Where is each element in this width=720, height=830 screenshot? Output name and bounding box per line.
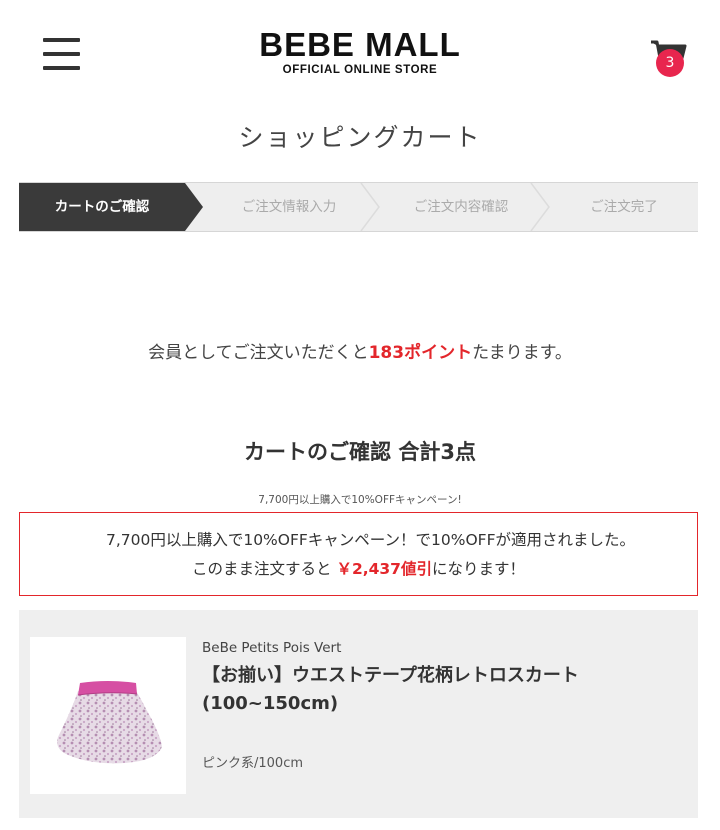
product-brand: BeBe Petits Pois Vert bbox=[202, 640, 342, 656]
campaign-discount-box: 7,700円以上購入で10%OFFキャンペーン！で10%OFFが適用されました。… bbox=[19, 512, 698, 596]
skirt-image bbox=[57, 681, 162, 764]
cart-item: BeBe Petits Pois Vert 【お揃い】ウエストテープ花柄レトロス… bbox=[19, 610, 698, 818]
product-image[interactable] bbox=[30, 637, 186, 794]
cart-count-badge: 3 bbox=[656, 49, 684, 77]
step-order-complete: ご注文完了 bbox=[590, 199, 658, 215]
discount-suffix: になります！ bbox=[431, 560, 525, 578]
page-title: ショッピングカート bbox=[238, 123, 482, 152]
discount-amount: ￥2,437値引 bbox=[336, 560, 432, 578]
points-amount: 183ポイント bbox=[368, 343, 473, 363]
campaign-discount-text: このまま注文すると ￥2,437値引になります！ bbox=[20, 557, 697, 579]
product-name-link[interactable]: 【お揃い】ウエストテープ花柄レトロスカート(100~150cm) bbox=[202, 662, 672, 718]
step-order-info: ご注文情報入力 bbox=[241, 199, 337, 215]
points-message: 会員としてご注文いただくと183ポイントたまります。 bbox=[0, 338, 720, 363]
step-arrow bbox=[530, 183, 550, 231]
cart-summary-title: カートのご確認 合計3点 bbox=[244, 440, 476, 464]
points-suffix: たまります。 bbox=[472, 343, 572, 363]
site-header: BEBE MALL OFFICIAL ONLINE STORE 3 bbox=[0, 0, 720, 100]
step-order-review: ご注文内容確認 bbox=[413, 199, 509, 215]
cart-button[interactable]: 3 bbox=[648, 38, 688, 78]
product-variant: ピンク系/100cm bbox=[202, 756, 304, 771]
step-arrow-active bbox=[185, 183, 203, 231]
checkout-steps: カートのご確認 ご注文情報入力 ご注文内容確認 ご注文完了 bbox=[19, 182, 698, 232]
points-prefix: 会員としてご注文いただくと bbox=[148, 343, 369, 363]
logo-sub-text: OFFICIAL ONLINE STORE bbox=[282, 64, 438, 76]
campaign-note: 7,700円以上購入で10%OFFキャンペーン! bbox=[258, 494, 462, 506]
step-arrow bbox=[360, 183, 380, 231]
site-logo[interactable]: BEBE MALL OFFICIAL ONLINE STORE bbox=[0, 26, 720, 77]
campaign-applied-text: 7,700円以上購入で10%OFFキャンペーン！で10%OFFが適用されました。 bbox=[105, 531, 636, 549]
logo-main-text: BEBE MALL bbox=[259, 26, 461, 63]
discount-prefix: このまま注文すると bbox=[192, 560, 337, 578]
step-cart-confirm: カートのご確認 bbox=[19, 183, 185, 231]
